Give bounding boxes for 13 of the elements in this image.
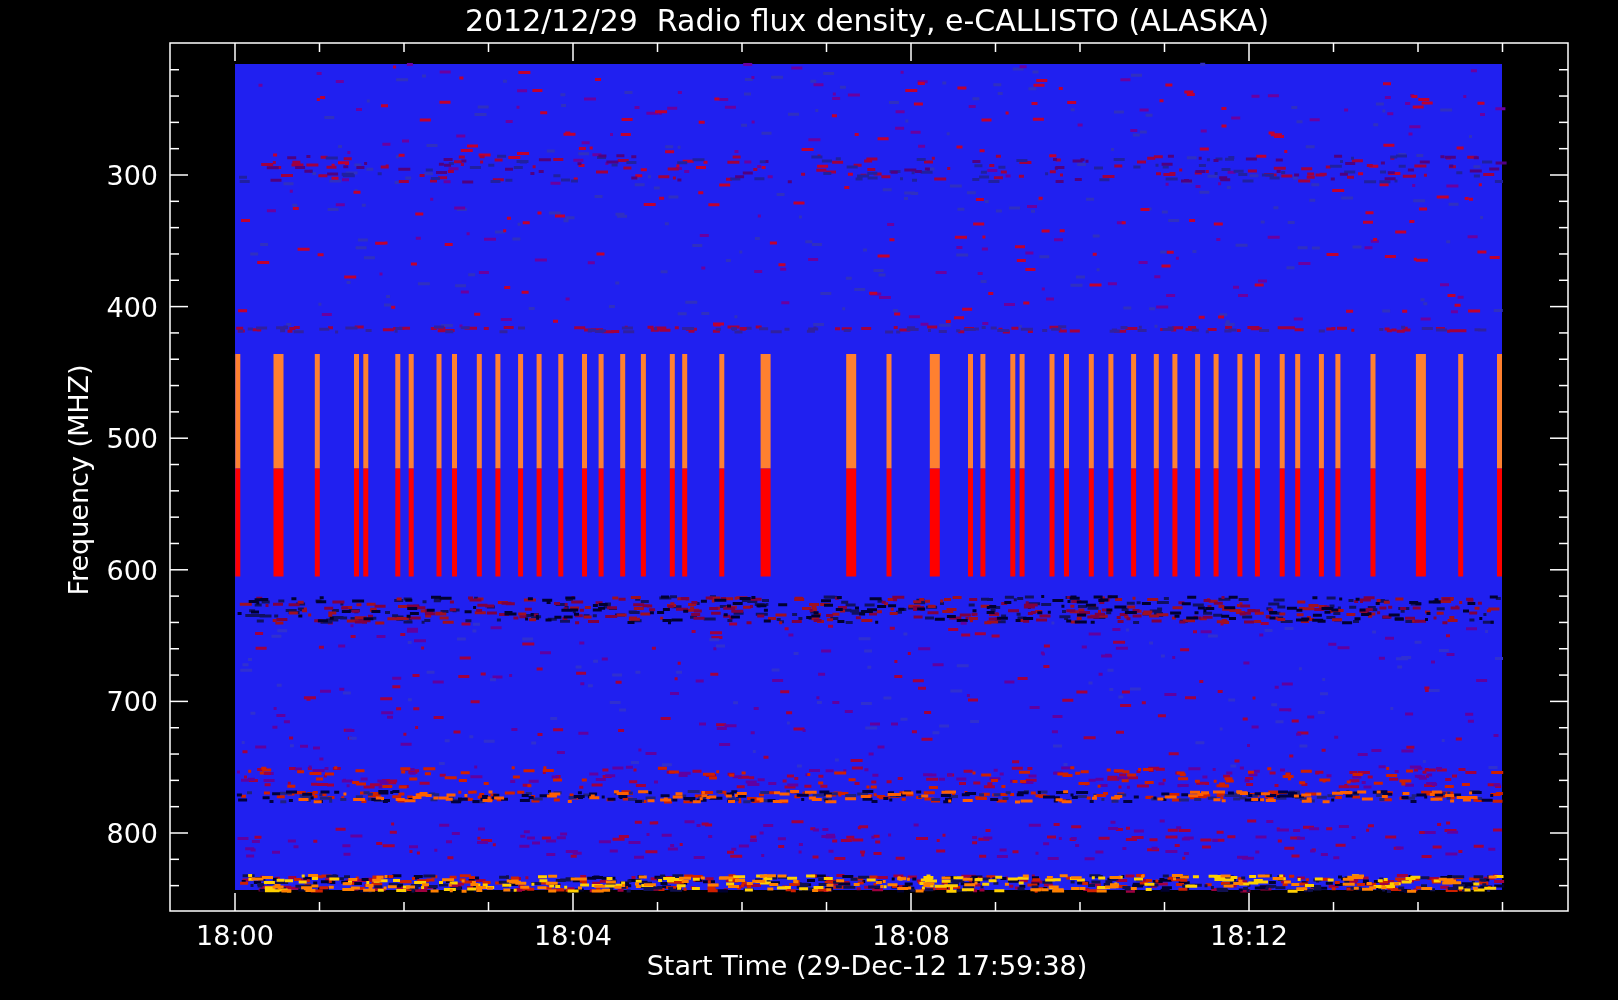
- tick-label: 18:04: [534, 920, 612, 951]
- tick-label: 300: [106, 160, 158, 191]
- tick-label: 18:00: [196, 920, 274, 951]
- y-axis-label: Frequency (MHZ): [63, 364, 94, 596]
- tick-label: 18:08: [872, 920, 950, 951]
- tick-label: 400: [106, 291, 158, 323]
- x-axis-label: Start Time (29-Dec-12 17:59:38): [646, 950, 1088, 981]
- tick-label: 700: [106, 686, 158, 718]
- tick-label: 800: [106, 818, 158, 849]
- tick-label: 500: [106, 423, 158, 455]
- chart-title: 2012/12/29 Radio flux density, e-CALLISTO (ALASKA): [464, 3, 1270, 38]
- tick-label: 18:12: [1210, 920, 1288, 951]
- tick-label: 600: [106, 554, 158, 586]
